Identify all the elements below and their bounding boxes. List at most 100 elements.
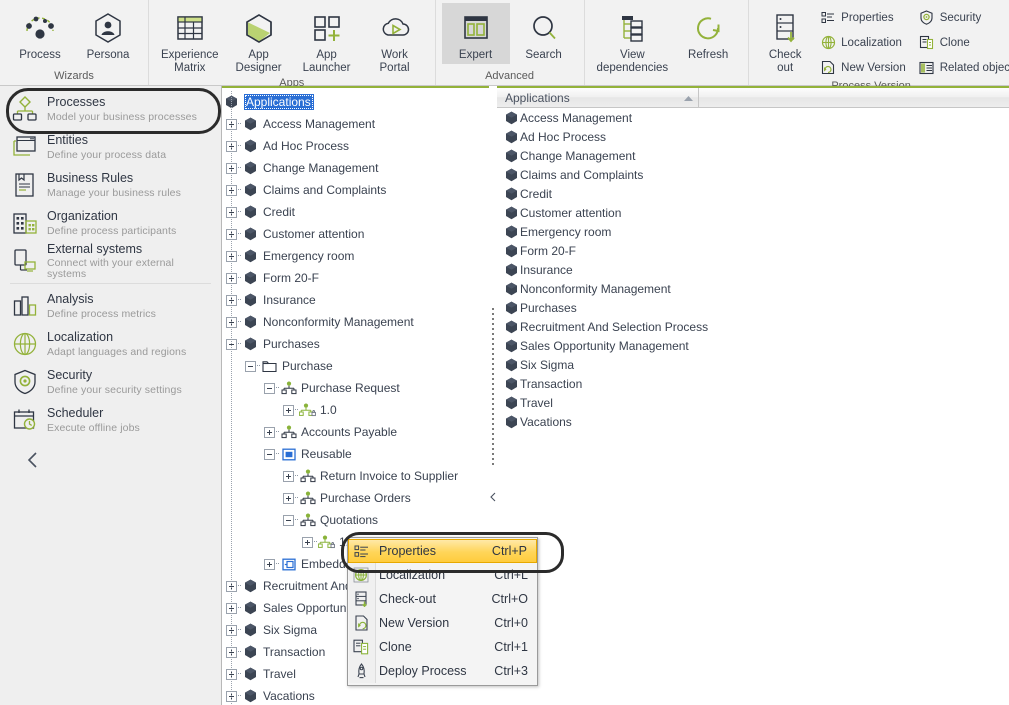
list-item[interactable]: Claims and Complaints [497, 165, 1009, 184]
tree-node[interactable]: Form 20-F [222, 267, 490, 289]
tree-node[interactable]: Quotations [222, 509, 490, 531]
tree-node[interactable]: Applications [222, 91, 490, 113]
sidebar-item-analysis[interactable]: Analysis Define process metrics [0, 287, 221, 325]
context-menu-item[interactable]: Check-out Ctrl+O [348, 587, 537, 611]
list-item[interactable]: Credit [497, 184, 1009, 203]
context-menu-item[interactable]: New Version Ctrl+0 [348, 611, 537, 635]
sidebar-item-subtitle: Define your process data [47, 148, 167, 161]
tree-node[interactable]: Credit [222, 201, 490, 223]
ribbon-item-clone[interactable]: Clone [916, 30, 1009, 55]
ribbon-button-check-out[interactable]: Check out [755, 3, 815, 77]
refresh-circular-icon [692, 7, 724, 49]
application-hex-icon [502, 244, 520, 258]
ribbon-item-label: Localization [841, 36, 902, 49]
list-item[interactable]: Six Sigma [497, 355, 1009, 374]
sidebar-item-title: Security [47, 368, 93, 382]
tree-node[interactable]: Purchase Orders [222, 487, 490, 509]
ribbon-button-process[interactable]: Process [6, 3, 74, 64]
sidebar-item-organization[interactable]: Organization Define process participants [0, 204, 221, 242]
tree-node[interactable]: Access Management [222, 113, 490, 135]
list-item-label: Purchases [520, 300, 577, 315]
tree-node[interactable]: Reusable [222, 443, 490, 465]
tree-node[interactable]: Ad Hoc Process [222, 135, 490, 157]
sidebar-item-subtitle: Define your security settings [47, 383, 182, 396]
list-item[interactable]: Sales Opportunity Management [497, 336, 1009, 355]
tree-node[interactable]: Purchases [222, 333, 490, 355]
context-menu-item[interactable]: Localization Ctrl+L [348, 563, 537, 587]
tree-node[interactable]: 1.0 [222, 399, 490, 421]
ribbon-button-app-launcher[interactable]: App Launcher [293, 3, 361, 77]
splitter-grip[interactable] [492, 308, 494, 468]
application-hex-icon [502, 149, 520, 163]
tree-node[interactable]: Insurance [222, 289, 490, 311]
ribbon-item-properties[interactable]: Properties [817, 5, 914, 30]
list-item[interactable]: Nonconformity Management [497, 279, 1009, 298]
ribbon-button-refresh[interactable]: Refresh [674, 3, 742, 64]
list-item[interactable]: Form 20-F [497, 241, 1009, 260]
sidebar-item-business-rules[interactable]: Business Rules Manage your business rule… [0, 166, 221, 204]
tree-node[interactable]: Nonconformity Management [222, 311, 490, 333]
tree-node-label: Form 20-F [263, 271, 320, 285]
tree-node[interactable]: Purchase [222, 355, 490, 377]
list-item[interactable]: Travel [497, 393, 1009, 412]
list-item[interactable]: Emergency room [497, 222, 1009, 241]
list-item[interactable]: Transaction [497, 374, 1009, 393]
context-menu-item[interactable]: Deploy Process Ctrl+3 [348, 659, 537, 683]
tree-node[interactable]: Vacations [222, 685, 490, 705]
list-item[interactable]: Recruitment And Selection Process [497, 317, 1009, 336]
ribbon-item-related-objects[interactable]: Related objects [916, 55, 1009, 80]
tree-connector [274, 453, 279, 455]
tree-node[interactable]: Purchase Request [222, 377, 490, 399]
splitter-collapse-arrow-icon[interactable] [489, 491, 497, 503]
ribbon-button-expert[interactable]: Expert [441, 3, 510, 64]
ribbon-button-experience-matrix[interactable]: Experience Matrix [155, 3, 225, 77]
magnifier-icon [528, 7, 560, 49]
tree-node[interactable]: Change Management [222, 157, 490, 179]
grid-column-header-applications[interactable]: Applications [497, 88, 699, 107]
tree-node[interactable]: Emergency room [222, 245, 490, 267]
sidebar-item-processes[interactable]: Processes Model your business processes [0, 90, 221, 128]
sidebar-item-entities[interactable]: Entities Define your process data [0, 128, 221, 166]
list-item[interactable]: Purchases [497, 298, 1009, 317]
organization-building-icon [10, 208, 40, 238]
context-menu-item[interactable]: Clone Ctrl+1 [348, 635, 537, 659]
list-item[interactable]: Change Management [497, 146, 1009, 165]
tree-node[interactable]: Customer attention [222, 223, 490, 245]
sidebar-item-external-systems[interactable]: External systems Connect with your exter… [0, 242, 221, 280]
sidebar-item-scheduler[interactable]: Scheduler Execute offline jobs [0, 401, 221, 439]
ribbon-button-view-dependencies[interactable]: View dependencies [591, 3, 675, 77]
ribbon-button-label: Work Portal [379, 49, 410, 74]
tree-node[interactable]: Accounts Payable [222, 421, 490, 443]
ribbon-button-app-designer[interactable]: App Designer [225, 3, 293, 77]
sidebar-collapse-button[interactable] [22, 451, 44, 473]
tree-node[interactable]: Claims and Complaints [222, 179, 490, 201]
ribbon-button-persona[interactable]: Persona [74, 3, 142, 64]
list-item-label: Recruitment And Selection Process [520, 319, 709, 334]
ribbon-item-localization[interactable]: Localization [817, 30, 914, 55]
list-item[interactable]: Access Management [497, 108, 1009, 127]
sidebar-item-security[interactable]: Security Define your security settings [0, 363, 221, 401]
list-item[interactable]: Ad Hoc Process [497, 127, 1009, 146]
external-systems-icon [10, 246, 40, 276]
ribbon-item-new-version[interactable]: New Version [817, 55, 914, 80]
ribbon-item-security[interactable]: Security [916, 5, 1009, 30]
list-item[interactable]: Vacations [497, 412, 1009, 431]
tree-indent [298, 531, 317, 553]
list-item[interactable]: Customer attention [497, 203, 1009, 222]
sidebar-item-localization[interactable]: Localization Adapt languages and regions [0, 325, 221, 363]
list-item[interactable]: Insurance [497, 260, 1009, 279]
ribbon-button-work-portal[interactable]: Work Portal [361, 3, 429, 77]
tree-node[interactable]: Return Invoice to Supplier [222, 465, 490, 487]
clone-icon [919, 35, 935, 51]
application-hex-icon [241, 600, 260, 616]
grid-column-header-empty[interactable] [699, 88, 1009, 107]
tree-connector [236, 321, 241, 323]
application-hex-icon [241, 182, 260, 198]
context-menu-item[interactable]: Properties Ctrl+P [348, 539, 537, 563]
tree-node-label: Return Invoice to Supplier [320, 469, 459, 483]
list-item-label: Claims and Complaints [520, 167, 644, 182]
ribbon-button-search[interactable]: Search [510, 3, 578, 64]
